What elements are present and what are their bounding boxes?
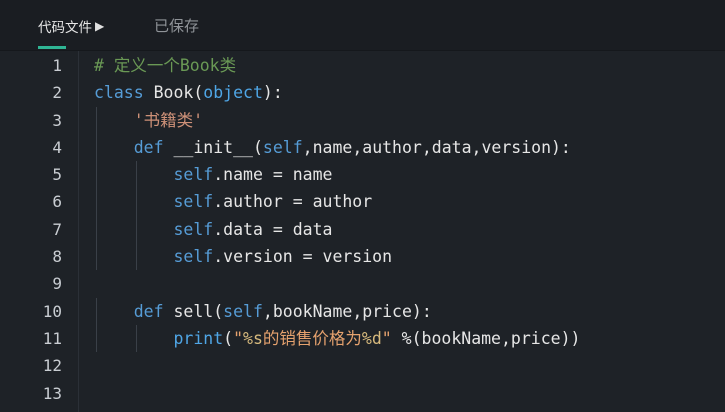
code-editor[interactable]: 1 # 定义一个Book类 2 class Book(object): 3 '书籍类' 4… <box>0 51 725 412</box>
code-token: ( <box>223 328 234 348</box>
code-token: ,name,author,data,version): <box>302 137 571 157</box>
code-token: .version = version <box>213 247 393 267</box>
code-token: '书籍类' <box>133 110 204 130</box>
code-token: self <box>173 165 214 185</box>
code-token: class <box>94 83 144 103</box>
code-token: # 定义一个Book类 <box>94 56 237 75</box>
code-token: self <box>262 137 303 157</box>
line-code: '书籍类' <box>94 107 203 134</box>
line-code: def sell(self,bookName,price): <box>94 298 432 325</box>
line-number: 7 <box>52 219 62 239</box>
code-token: %(bookName,price)) <box>391 328 581 348</box>
code-token: %d <box>361 328 382 348</box>
code-token: self <box>173 192 214 212</box>
code-area[interactable]: 1 # 定义一个Book类 2 class Book(object): 3 '书籍类' 4… <box>0 51 725 412</box>
line-number: 13 <box>42 383 62 403</box>
code-token: .data = data <box>213 219 333 239</box>
code-line[interactable]: 13 <box>0 380 725 407</box>
code-token: %s <box>243 328 263 348</box>
line-number: 6 <box>52 192 62 212</box>
code-token: __init__( <box>163 137 263 157</box>
line-number: 5 <box>52 165 62 185</box>
line-code: self.data = data <box>94 216 332 243</box>
code-line[interactable]: 10 def sell(self,bookName,price): <box>0 297 725 325</box>
code-token: self <box>223 301 263 321</box>
code-token: ,bookName,price): <box>262 301 432 321</box>
code-line[interactable]: 1 # 定义一个Book类 <box>0 52 725 79</box>
line-code: # 定义一个Book类 <box>94 52 236 79</box>
code-line[interactable]: 3 '书籍类' <box>0 106 725 134</box>
code-token: Book( <box>143 83 204 103</box>
tab-code-file[interactable]: 代码文件 ▶ <box>38 15 104 37</box>
code-token: 的销售价格为 <box>262 328 362 348</box>
code-token: ): <box>262 83 283 103</box>
code-token: self <box>173 247 214 267</box>
code-token: " <box>233 328 244 348</box>
code-line[interactable]: 7 self.data = data <box>0 215 725 244</box>
line-code: print("%s的销售价格为%d" %(bookName,price)) <box>94 325 580 352</box>
code-token: object <box>203 83 263 103</box>
line-code: def __init__(self,name,author,data,versi… <box>94 134 571 161</box>
line-number: 9 <box>52 274 62 294</box>
code-editor-window: 代码文件 ▶ 已保存 1 # 定义一个Book类 2 class Book(objec… <box>0 0 725 412</box>
code-line[interactable]: 4 def __init__(self,name,author,data,ver… <box>0 133 725 162</box>
tab-label: 代码文件 <box>38 20 92 36</box>
play-arrow-icon[interactable]: ▶ <box>95 20 104 32</box>
code-token: def <box>133 137 164 157</box>
active-tab-indicator <box>38 46 66 49</box>
code-token: def <box>133 301 164 321</box>
code-line[interactable]: 8 self.version = version <box>0 243 725 271</box>
line-code: class Book(object): <box>94 79 283 106</box>
code-token: sell( <box>163 301 224 321</box>
code-line[interactable]: 9 <box>0 270 725 297</box>
save-status: 已保存 <box>154 17 200 35</box>
line-code: self.author = author <box>94 188 372 215</box>
code-line[interactable]: 6 self.author = author <box>0 188 725 216</box>
code-token: .name = name <box>213 165 333 185</box>
line-code: self.name = name <box>94 161 332 188</box>
line-number: 4 <box>52 137 62 157</box>
code-line[interactable]: 12 <box>0 352 725 379</box>
code-token: .author = author <box>213 192 373 212</box>
code-token: " <box>381 328 392 348</box>
line-number: 8 <box>52 247 62 267</box>
code-line[interactable]: 5 self.name = name <box>0 161 725 189</box>
code-line[interactable]: 2 class Book(object): <box>0 79 725 106</box>
line-number: 2 <box>52 83 62 103</box>
line-code: self.version = version <box>94 243 392 270</box>
code-line[interactable]: 11 print("%s的销售价格为%d" %(bookName,price)) <box>0 324 725 353</box>
line-number: 10 <box>42 301 62 321</box>
line-number: 3 <box>52 110 62 130</box>
code-token: print <box>173 328 224 348</box>
line-number: 12 <box>42 356 62 376</box>
code-token: self <box>173 219 214 239</box>
line-number: 11 <box>42 328 62 348</box>
line-number: 1 <box>52 56 62 75</box>
tab-bar: 代码文件 ▶ 已保存 <box>0 0 725 51</box>
